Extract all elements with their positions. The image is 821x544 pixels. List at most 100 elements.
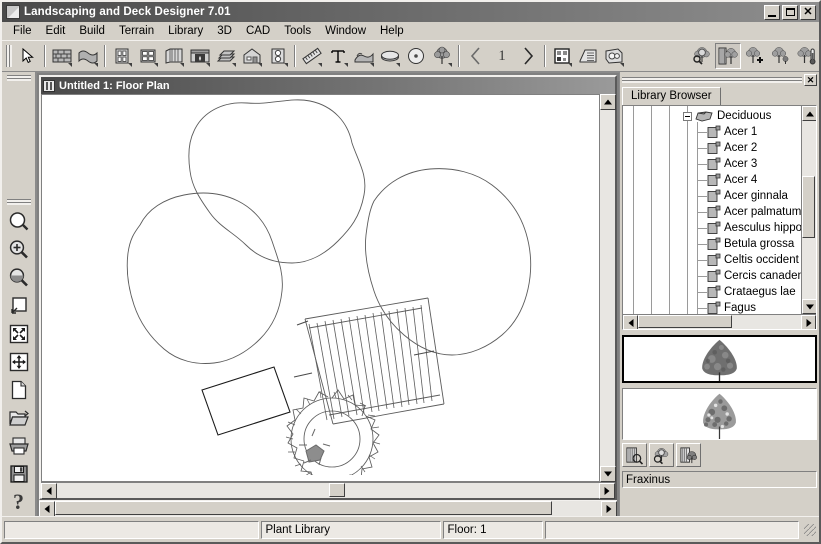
- fixture-tool[interactable]: [265, 43, 291, 69]
- tree-item-10[interactable]: Crataegus lae: [697, 284, 796, 300]
- roof-tool[interactable]: [75, 43, 101, 69]
- help-button[interactable]: ?: [5, 488, 33, 516]
- vertical-scroll-track[interactable]: [600, 110, 615, 466]
- menu-tools[interactable]: Tools: [277, 24, 318, 38]
- zoom-tool[interactable]: [5, 208, 33, 236]
- tree-item-8[interactable]: Celtis occident: [697, 252, 799, 268]
- floor-number-button[interactable]: 1: [489, 43, 515, 69]
- tree-item-9[interactable]: Cercis canaden: [697, 268, 801, 284]
- tree-scroll-up-button[interactable]: [802, 106, 816, 121]
- mdi-scroll-right-button[interactable]: [601, 501, 617, 517]
- canvas-horizontal-scrollbar[interactable]: [41, 482, 615, 498]
- open-plan-button[interactable]: [5, 404, 33, 432]
- wall-tool[interactable]: [49, 43, 75, 69]
- plant-tool[interactable]: [429, 43, 455, 69]
- door-tool[interactable]: [109, 43, 135, 69]
- menu-window[interactable]: Window: [318, 24, 373, 38]
- tree-item-11[interactable]: Fagus: [697, 300, 756, 314]
- cross-section-button[interactable]: [575, 43, 601, 69]
- window-tool[interactable]: [135, 43, 161, 69]
- dimension-tool[interactable]: [299, 43, 325, 69]
- mdi-scroll-track[interactable]: [55, 501, 601, 516]
- horizontal-scroll-track[interactable]: [57, 483, 599, 498]
- scroll-up-button[interactable]: [600, 94, 616, 110]
- pool-tool[interactable]: [403, 43, 429, 69]
- maximize-button[interactable]: [782, 5, 798, 20]
- tree-item-7[interactable]: Betula grossa: [697, 236, 794, 252]
- plant-chooser-button[interactable]: [622, 443, 647, 467]
- next-floor-button[interactable]: [515, 43, 541, 69]
- plant-preview-secondary[interactable]: [622, 388, 817, 440]
- stairs-tool[interactable]: [213, 43, 239, 69]
- menu-cad[interactable]: CAD: [239, 24, 277, 38]
- window-resize-grip[interactable]: [803, 523, 817, 537]
- pan-tool[interactable]: [5, 348, 33, 376]
- camera-view-button[interactable]: [601, 43, 627, 69]
- toolbar-grip[interactable]: [5, 45, 12, 67]
- floorplan-canvas[interactable]: [41, 94, 599, 482]
- text-tool[interactable]: [325, 43, 351, 69]
- menu-library[interactable]: Library: [161, 24, 210, 38]
- plant-finder-button[interactable]: [689, 43, 715, 69]
- elevation-view-button[interactable]: [549, 43, 575, 69]
- menu-3d[interactable]: 3D: [210, 24, 239, 38]
- plant-growth-button[interactable]: [767, 43, 793, 69]
- canvas-vertical-scrollbar[interactable]: [599, 94, 615, 482]
- tree-item-2[interactable]: Acer 3: [697, 156, 757, 172]
- menu-edit[interactable]: Edit: [39, 24, 73, 38]
- tree-item-0[interactable]: Acer 1: [697, 124, 757, 140]
- library-panel-grip[interactable]: [622, 76, 802, 84]
- deck-tool[interactable]: [377, 43, 403, 69]
- menu-help[interactable]: Help: [373, 24, 411, 38]
- scroll-right-button[interactable]: [599, 483, 615, 499]
- tab-library-browser[interactable]: Library Browser: [622, 87, 721, 105]
- mdi-scroll-thumb[interactable]: [55, 501, 552, 515]
- plant-library-button[interactable]: [715, 43, 741, 69]
- tree-hscroll-thumb[interactable]: [638, 315, 732, 328]
- tree-scroll-left-button[interactable]: [623, 315, 638, 330]
- tree-expander-deciduous[interactable]: [683, 112, 692, 121]
- previous-floor-button[interactable]: [463, 43, 489, 69]
- tree-scroll-right-button[interactable]: [801, 315, 816, 330]
- mdi-scroll-left-button[interactable]: [39, 501, 55, 517]
- select-tool[interactable]: [15, 43, 41, 69]
- tree-item-4[interactable]: Acer ginnala: [697, 188, 788, 204]
- library-tree[interactable]: Deciduous Acer 1 Acer 2: [623, 106, 801, 314]
- library-close-button[interactable]: ✕: [804, 74, 817, 86]
- left-toolbar-grip-mid[interactable]: [7, 198, 31, 206]
- cabinet-tool[interactable]: [161, 43, 187, 69]
- new-plan-button[interactable]: [5, 376, 33, 404]
- tree-node-deciduous[interactable]: Deciduous: [683, 108, 771, 124]
- tree-item-6[interactable]: Aesculus hippoc: [697, 220, 801, 236]
- menu-file[interactable]: File: [6, 24, 39, 38]
- plant-hardiness-button[interactable]: [793, 43, 819, 69]
- close-button[interactable]: ✕: [800, 5, 816, 20]
- horizontal-scroll-thumb[interactable]: [329, 483, 345, 497]
- tree-hscroll-track[interactable]: [638, 315, 801, 329]
- menu-terrain[interactable]: Terrain: [112, 24, 161, 38]
- left-toolbar-grip-top[interactable]: [7, 74, 31, 82]
- menu-build[interactable]: Build: [72, 24, 112, 38]
- zoom-in-tool[interactable]: [5, 236, 33, 264]
- scroll-down-button[interactable]: [600, 466, 616, 482]
- plant-search-button[interactable]: [649, 443, 674, 467]
- save-button[interactable]: [5, 460, 33, 488]
- fill-window-tool[interactable]: [5, 292, 33, 320]
- tree-scroll-track[interactable]: [802, 121, 816, 299]
- fit-to-page-tool[interactable]: [5, 320, 33, 348]
- tree-horizontal-scrollbar[interactable]: [623, 314, 816, 329]
- tree-scroll-down-button[interactable]: [802, 299, 816, 314]
- add-plant-button[interactable]: [741, 43, 767, 69]
- mdi-horizontal-scrollbar[interactable]: [39, 500, 617, 516]
- fireplace-tool[interactable]: [187, 43, 213, 69]
- tree-scroll-thumb[interactable]: [802, 176, 815, 238]
- scroll-left-button[interactable]: [41, 483, 57, 499]
- print-button[interactable]: [5, 432, 33, 460]
- house-tool[interactable]: [239, 43, 265, 69]
- plant-preview-primary[interactable]: [622, 335, 817, 383]
- minimize-button[interactable]: [764, 5, 780, 20]
- tree-vertical-scrollbar[interactable]: [801, 106, 816, 314]
- plant-info-button[interactable]: [676, 443, 701, 467]
- zoom-out-tool[interactable]: [5, 264, 33, 292]
- terrain-tool[interactable]: [351, 43, 377, 69]
